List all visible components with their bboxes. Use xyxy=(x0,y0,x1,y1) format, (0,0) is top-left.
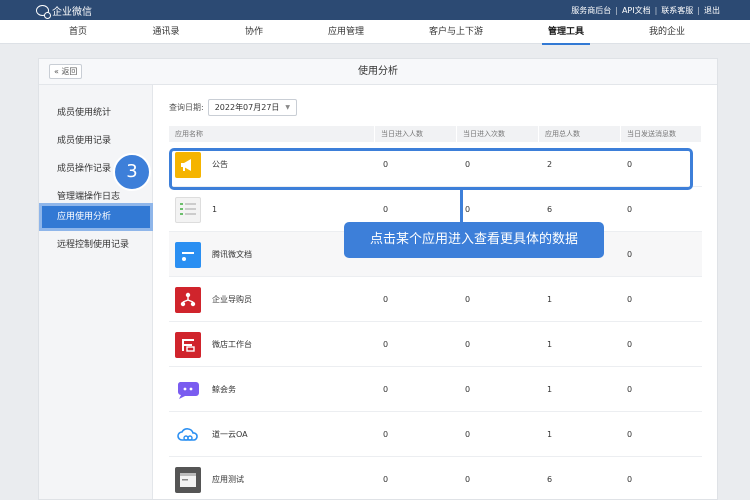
sidebar: 成员使用统计 成员使用记录 成员操作记录 管理端操作日志 应用使用分析 远程控制… xyxy=(39,85,153,499)
divider: | xyxy=(615,5,618,15)
top-links: 服务商后台 | API文档 | 联系客服 | 退出 xyxy=(571,0,720,20)
entered-users: 0 xyxy=(383,385,389,394)
column-header-messages: 当日发送消息数 xyxy=(621,126,702,142)
messages: 0 xyxy=(627,475,633,484)
column-header-app-name: 应用名称 xyxy=(169,126,375,142)
callout-connector xyxy=(460,190,463,222)
sidebar-item-member-records[interactable]: 成员使用记录 xyxy=(39,127,153,155)
brand-logo[interactable]: 企业微信 xyxy=(36,3,92,19)
entered-users: 0 xyxy=(383,295,389,304)
back-button[interactable]: « 返回 xyxy=(49,64,83,79)
total-users: 1 xyxy=(547,430,553,439)
org-chart-icon xyxy=(175,287,201,313)
app-name: 微店工作台 xyxy=(212,340,252,349)
column-header-entered-times: 当日进入次数 xyxy=(457,126,539,142)
logout-link[interactable]: 退出 xyxy=(704,5,720,16)
total-users: 1 xyxy=(547,295,553,304)
nav-my-company[interactable]: 我的企业 xyxy=(649,20,685,44)
column-header-entered-users: 当日进入人数 xyxy=(375,126,457,142)
chat-bubble-icon xyxy=(175,377,201,403)
entered-times: 0 xyxy=(465,430,471,439)
entered-users: 0 xyxy=(383,430,389,439)
instruction-callout: 点击某个应用进入查看更具体的数据 xyxy=(344,222,604,258)
app-name: 应用测试 xyxy=(212,475,244,484)
entered-times: 0 xyxy=(465,295,471,304)
brand-name: 企业微信 xyxy=(52,6,92,18)
app-name: 腾讯微文档 xyxy=(212,250,252,259)
total-users: 6 xyxy=(547,475,553,484)
sidebar-item-app-usage[interactable]: 应用使用分析 xyxy=(39,203,153,231)
app-name: 鲸会务 xyxy=(212,385,236,394)
service-backend-link[interactable]: 服务商后台 xyxy=(571,5,611,16)
messages: 0 xyxy=(627,340,633,349)
store-icon xyxy=(175,332,201,358)
app-name: 道一云OA xyxy=(212,430,248,439)
list-thumbnail-icon xyxy=(175,197,201,223)
cloud-link-icon xyxy=(175,422,201,448)
entered-times: 0 xyxy=(465,475,471,484)
app-name: 1 xyxy=(212,205,218,214)
main-nav: 首页 通讯录 协作 应用管理 客户与上下游 管理工具 我的企业 xyxy=(0,20,750,45)
divider: | xyxy=(654,5,658,15)
messages: 0 xyxy=(627,430,633,439)
usage-table: 应用名称 当日进入人数 当日进入次数 应用总人数 当日发送消息数 公告 0 0 … xyxy=(153,58,718,500)
top-bar: 企业微信 服务商后台 | API文档 | 联系客服 | 退出 xyxy=(0,0,750,20)
nav-customers[interactable]: 客户与上下游 xyxy=(429,20,483,44)
nav-admin-tools[interactable]: 管理工具 xyxy=(541,20,591,45)
step-number-badge: 3 xyxy=(113,153,151,191)
total-users: 1 xyxy=(547,385,553,394)
sidebar-item-member-stats[interactable]: 成员使用统计 xyxy=(39,99,153,127)
highlighted-row-box xyxy=(169,148,693,190)
table-header: 应用名称 当日进入人数 当日进入次数 应用总人数 当日发送消息数 xyxy=(169,126,702,142)
table-row[interactable]: 应用测试 0 0 6 0 xyxy=(169,457,702,500)
entered-users: 0 xyxy=(383,475,389,484)
nav-collaboration[interactable]: 协作 xyxy=(245,20,263,44)
nav-contacts[interactable]: 通讯录 xyxy=(152,20,179,44)
app-name: 企业导购员 xyxy=(212,295,252,304)
entered-times: 0 xyxy=(465,385,471,394)
divider: | xyxy=(697,5,700,15)
api-docs-link[interactable]: API文档 xyxy=(622,5,651,16)
table-row[interactable]: 鲸会务 0 0 1 0 xyxy=(169,367,702,412)
window-icon xyxy=(175,467,201,493)
entered-times: 0 xyxy=(465,340,471,349)
column-header-total-users: 应用总人数 xyxy=(539,126,621,142)
total-users: 1 xyxy=(547,340,553,349)
contact-support-link[interactable]: 联系客服 xyxy=(661,5,693,16)
nav-home[interactable]: 首页 xyxy=(69,20,87,44)
sidebar-item-remote-control[interactable]: 远程控制使用记录 xyxy=(39,231,153,259)
wecom-logo-icon xyxy=(36,4,51,19)
messages: 0 xyxy=(627,385,633,394)
messages: 0 xyxy=(627,250,633,259)
table-row[interactable]: 道一云OA 0 0 1 0 xyxy=(169,412,702,457)
table-row[interactable]: 企业导购员 0 0 1 0 xyxy=(169,277,702,322)
messages: 0 xyxy=(627,205,633,214)
nav-app-management[interactable]: 应用管理 xyxy=(328,20,364,44)
table-row[interactable]: 微店工作台 0 0 1 0 xyxy=(169,322,702,367)
document-icon xyxy=(175,242,201,268)
entered-users: 0 xyxy=(383,340,389,349)
messages: 0 xyxy=(627,295,633,304)
